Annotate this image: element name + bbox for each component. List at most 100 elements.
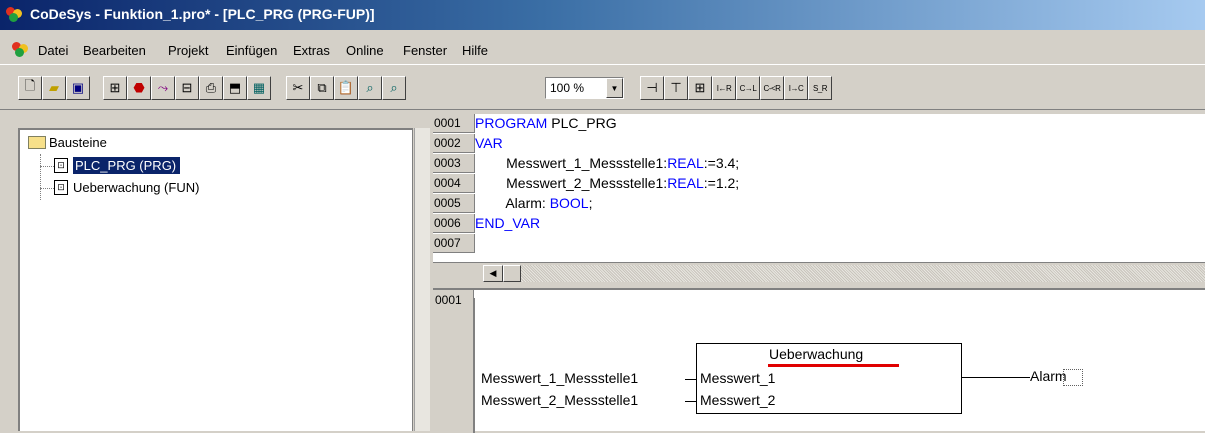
scroll-left-icon[interactable]: ◀: [483, 265, 503, 282]
breakpoint-icon[interactable]: ⊟: [175, 76, 199, 100]
tree-root-bausteine[interactable]: Bausteine: [28, 135, 107, 150]
insert-network-after-icon[interactable]: ⊤: [664, 76, 688, 100]
build-icon[interactable]: ⬒: [223, 76, 247, 100]
zoom-value: 100 %: [550, 81, 585, 95]
window-title: CoDeSys - Funktion_1.pro* - [PLC_PRG (PR…: [30, 6, 375, 22]
tree-item-ueberwachung[interactable]: ⊡ Ueberwachung (FUN): [54, 180, 199, 196]
codesys-app-icon: [6, 7, 24, 23]
highlight-underline: [768, 364, 899, 367]
declaration-line[interactable]: 0007: [433, 234, 475, 254]
code-text: PROGRAM PLC_PRG: [475, 114, 617, 133]
menu-extras[interactable]: Extras: [293, 43, 330, 58]
insert-jump-icon[interactable]: I→C: [784, 76, 808, 100]
menu-online[interactable]: Online: [346, 43, 384, 58]
code-text: Alarm: BOOL;: [475, 194, 592, 213]
input-variable-1[interactable]: Messwert_1_Messstelle1: [481, 370, 638, 386]
output-placeholder-box[interactable]: [1063, 369, 1083, 386]
find-icon[interactable]: ⌕: [358, 76, 382, 100]
code-token: ;: [588, 195, 593, 211]
declaration-line[interactable]: 0002 VAR: [433, 134, 503, 154]
save-icon[interactable]: ▣: [66, 76, 90, 100]
tree-connector: [40, 166, 54, 167]
line-number: 0001: [433, 114, 475, 133]
insert-coil-icon[interactable]: C-<R: [760, 76, 784, 100]
open-folder-icon[interactable]: ▰: [42, 76, 66, 100]
code-text: Messwert_1_Messstelle1:REAL:=3.4;: [475, 154, 739, 173]
output-variable[interactable]: Alarm: [1030, 368, 1067, 384]
horizontal-scrollbar[interactable]: ◀: [433, 262, 1205, 284]
declaration-line[interactable]: 0006 END_VAR: [433, 214, 540, 234]
code-token: :=3.4;: [703, 155, 740, 171]
code-text: END_VAR: [475, 214, 540, 233]
tree-root-label: Bausteine: [49, 135, 107, 150]
object-organizer: Bausteine ⊡ PLC_PRG (PRG) ⊡ Ueberwachung (…: [18, 128, 413, 431]
code-token: :=1.2;: [703, 175, 740, 191]
new-file-icon[interactable]: 🗋: [18, 76, 42, 100]
network-number: 0001: [435, 293, 462, 307]
stop-icon[interactable]: ⬣: [127, 76, 151, 100]
declaration-line[interactable]: 0004 Messwert_2_Messstelle1:REAL:=1.2;: [433, 174, 739, 194]
code-token: Messwert_1_Messstelle1:: [475, 155, 668, 171]
zoom-select[interactable]: 100 % ▼: [545, 77, 624, 99]
code-text: Messwert_2_Messstelle1:REAL:=1.2;: [475, 174, 739, 193]
folder-open-icon: [28, 136, 46, 150]
keyword-token: BOOL: [549, 195, 589, 211]
cut-icon[interactable]: ✂: [286, 76, 310, 100]
tree-connector: [40, 154, 41, 200]
network-number-column: 0001: [433, 290, 474, 433]
left-power-rail: [474, 298, 475, 433]
insert-box-icon[interactable]: ⊞: [688, 76, 712, 100]
block-input-2: Messwert_2: [700, 392, 776, 408]
line-number: 0006: [433, 214, 475, 233]
insert-assign-icon[interactable]: I←R: [712, 76, 736, 100]
fup-editor[interactable]: 0001 Messwert_1_Messstelle1 Messwert_2_M…: [433, 288, 1205, 433]
insert-contact-icon[interactable]: C→L: [736, 76, 760, 100]
monitor-icon[interactable]: ▦: [247, 76, 271, 100]
menu-hilfe[interactable]: Hilfe: [462, 43, 488, 58]
keyword-token: END_VAR: [475, 215, 541, 231]
input-wire-2: [685, 401, 696, 402]
tree-connector: [40, 188, 54, 189]
declaration-line[interactable]: 0005 Alarm: BOOL;: [433, 194, 592, 214]
input-variable-2[interactable]: Messwert_2_Messstelle1: [481, 392, 638, 408]
menu-fenster[interactable]: Fenster: [403, 43, 447, 58]
pou-icon: ⊡: [54, 158, 68, 174]
menu-datei[interactable]: Datei: [38, 43, 68, 58]
find-next-icon[interactable]: ⌕: [382, 76, 406, 100]
paste-icon[interactable]: 📋: [334, 76, 358, 100]
document-system-menu-icon[interactable]: [12, 42, 30, 58]
menu-bearbeiten[interactable]: Bearbeiten: [83, 43, 146, 58]
line-number: 0004: [433, 174, 475, 193]
tree-item-label: Ueberwachung (FUN): [73, 180, 200, 195]
toolbar: 🗋 ▰ ▣ ⊞ ⬣ ⤳ ⊟ ⎙ ⬒ ▦ ✂ ⧉ 📋 ⌕ ⌕ 100 % ▼ ⊣ …: [0, 64, 1205, 110]
chevron-down-icon[interactable]: ▼: [606, 78, 623, 98]
title-bar: CoDeSys - Funktion_1.pro* - [PLC_PRG (PR…: [0, 0, 1205, 30]
input-wire-1: [685, 379, 696, 380]
line-number: 0003: [433, 154, 475, 173]
declaration-line[interactable]: 0003 Messwert_1_Messstelle1:REAL:=3.4;: [433, 154, 739, 174]
scroll-thumb[interactable]: [503, 265, 521, 282]
declaration-line[interactable]: 0001 PROGRAM PLC_PRG: [433, 114, 617, 134]
keyword-token: PROGRAM: [475, 115, 548, 131]
scroll-track[interactable]: [521, 265, 1205, 282]
print-icon[interactable]: ⎙: [199, 76, 223, 100]
menu-einfuegen[interactable]: Einfügen: [226, 43, 277, 58]
block-name: Ueberwachung: [769, 346, 864, 362]
login-icon[interactable]: ⊞: [103, 76, 127, 100]
copy-icon[interactable]: ⧉: [310, 76, 334, 100]
vertical-scrollbar[interactable]: [414, 128, 430, 431]
keyword-token: REAL: [667, 155, 704, 171]
menu-projekt[interactable]: Projekt: [168, 43, 208, 58]
code-token: PLC_PRG: [547, 115, 617, 131]
function-block[interactable]: Ueberwachung Messwert_1 Messwert_2: [696, 343, 962, 414]
pou-icon: ⊡: [54, 180, 68, 196]
line-number: 0007: [433, 234, 475, 253]
step-icon[interactable]: ⤳: [151, 76, 175, 100]
tree-item-label: PLC_PRG (PRG): [73, 157, 181, 174]
set-reset-icon[interactable]: S_R: [808, 76, 832, 100]
declaration-editor[interactable]: 0001 PROGRAM PLC_PRG 0002 VAR 0003 Messwert_…: [433, 114, 1205, 262]
insert-network-before-icon[interactable]: ⊣: [640, 76, 664, 100]
line-number: 0005: [433, 194, 475, 213]
code-token: Messwert_2_Messstelle1:: [475, 175, 668, 191]
tree-item-plc-prg[interactable]: ⊡ PLC_PRG (PRG): [54, 157, 181, 174]
